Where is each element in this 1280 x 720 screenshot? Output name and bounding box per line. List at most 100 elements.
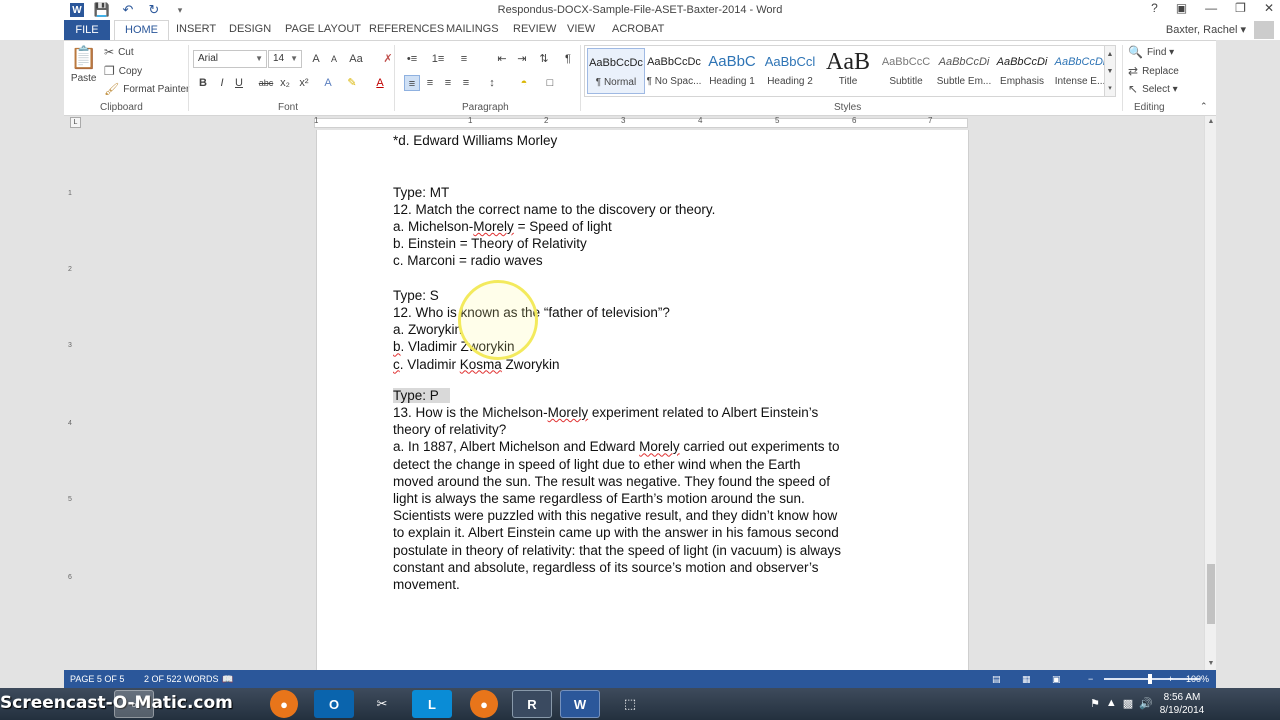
align-left-icon[interactable]: ≡ xyxy=(404,75,420,91)
format-painter-button[interactable]: 🖌 Format Painter xyxy=(104,82,189,96)
vertical-scrollbar[interactable]: ▲ ▼ xyxy=(1204,116,1216,670)
doc-line[interactable]: c. Vladimir Kosma Zworykin xyxy=(393,356,893,373)
tab-file[interactable]: FILE xyxy=(64,20,110,40)
replace-button[interactable]: ⇄ Replace xyxy=(1128,64,1179,78)
align-center-icon[interactable]: ≡ xyxy=(422,75,438,91)
word-taskbar-icon[interactable]: W xyxy=(560,690,600,718)
bullets-icon[interactable]: •≡ xyxy=(404,51,420,67)
web-layout-icon[interactable]: ▣ xyxy=(1052,674,1061,685)
clock[interactable]: 8:56 AM 8/19/2014 xyxy=(1152,691,1212,717)
doc-line[interactable]: movement. xyxy=(393,576,893,593)
doc-line[interactable]: 13. How is the Michelson-Morely experime… xyxy=(393,404,893,421)
minimize-button[interactable]: — xyxy=(1205,1,1217,15)
doc-line[interactable]: b. Einstein = Theory of Relativity xyxy=(393,235,893,252)
font-color-icon[interactable]: A xyxy=(372,75,388,91)
customize-qat-icon[interactable]: ▾ xyxy=(172,2,188,18)
outlook-icon[interactable]: O xyxy=(314,690,354,718)
read-mode-icon[interactable]: ▤ xyxy=(992,674,1001,685)
page-count[interactable]: PAGE 5 OF 5 xyxy=(70,674,124,684)
doc-line[interactable]: detect the change in speed of light due … xyxy=(393,456,893,473)
justify-icon[interactable]: ≡ xyxy=(458,75,474,91)
shrink-font-button[interactable]: A xyxy=(326,51,342,67)
word-count[interactable]: 2 OF 522 WORDS xyxy=(144,674,219,684)
change-case-button[interactable]: Aa xyxy=(348,51,364,67)
spelling-error[interactable]: b xyxy=(393,339,401,354)
spelling-error[interactable]: c xyxy=(393,357,400,372)
screen-recorder-icon[interactable]: ⬚ xyxy=(610,690,650,718)
zoom-slider-thumb[interactable] xyxy=(1148,674,1152,684)
spelling-error[interactable]: Kosma xyxy=(460,357,502,372)
doc-line[interactable]: Scientists were puzzled with this negati… xyxy=(393,507,893,524)
tab-acrobat[interactable]: ACROBAT xyxy=(612,23,664,35)
font-family-select[interactable]: Arial ▼ xyxy=(193,50,267,68)
tab-view[interactable]: VIEW xyxy=(567,23,595,35)
horizontal-ruler[interactable]: L 1 1 2 3 4 5 6 7 xyxy=(64,116,1216,130)
spelling-error[interactable]: Morely xyxy=(548,405,589,420)
word-app-icon[interactable]: W xyxy=(70,3,84,17)
tab-selector[interactable]: L xyxy=(70,117,81,128)
style-no-spacing[interactable]: AaBbCcDc ¶ No Spac... xyxy=(645,48,703,94)
text-effects-icon[interactable]: A xyxy=(320,75,336,91)
subscript-button[interactable]: x₂ xyxy=(277,75,293,91)
highlight-icon[interactable]: ✎ xyxy=(344,75,360,91)
select-button[interactable]: ↖ Select ▾ xyxy=(1128,82,1178,96)
network-icon[interactable]: ▩ xyxy=(1123,697,1133,710)
doc-line[interactable]: to explain it. Albert Einstein came up w… xyxy=(393,524,893,541)
doc-line[interactable]: 12. Who is known as the “father of telev… xyxy=(393,304,893,321)
bold-button[interactable]: B xyxy=(195,75,211,91)
numbering-icon[interactable]: 1≡ xyxy=(430,51,446,67)
style-subtle-emphasis[interactable]: AaBbCcDi Subtle Em... xyxy=(935,48,993,94)
save-icon[interactable]: 💾 xyxy=(94,2,110,18)
firefox-icon[interactable]: ● xyxy=(270,690,298,718)
tab-insert[interactable]: INSERT xyxy=(176,23,216,35)
lync-icon[interactable]: L xyxy=(412,690,452,718)
cut-button[interactable]: ✂ Cut xyxy=(104,45,134,59)
tab-references[interactable]: REFERENCES xyxy=(369,23,444,35)
selected-text[interactable]: Type: P xyxy=(393,387,439,403)
styles-gallery-scroll[interactable]: ▲ ▼ ▾ xyxy=(1104,45,1116,97)
zoom-level[interactable]: 100% xyxy=(1186,674,1209,684)
style-heading-2[interactable]: AaBbCcl Heading 2 xyxy=(761,48,819,94)
superscript-button[interactable]: x² xyxy=(296,75,312,91)
tab-home[interactable]: HOME xyxy=(114,20,169,40)
borders-icon[interactable]: □ xyxy=(542,75,558,91)
style-normal[interactable]: AaBbCcDc ¶ Normal xyxy=(587,48,645,94)
style-title[interactable]: AaB Title xyxy=(819,48,877,94)
firefox-window-icon[interactable]: ● xyxy=(470,690,498,718)
decrease-indent-icon[interactable]: ⇤ xyxy=(494,51,510,67)
help-button[interactable]: ? xyxy=(1151,1,1158,15)
doc-line[interactable]: a. Michelson-Morely = Speed of light xyxy=(393,218,893,235)
doc-line[interactable]: postulate in theory of relativity: that … xyxy=(393,542,893,559)
doc-line[interactable]: *d. Edward Williams Morley xyxy=(393,132,893,149)
align-right-icon[interactable]: ≡ xyxy=(440,75,456,91)
proofing-icon[interactable]: 📖 xyxy=(222,674,233,685)
style-heading-1[interactable]: AaBbC Heading 1 xyxy=(703,48,761,94)
tab-design[interactable]: DESIGN xyxy=(229,23,271,35)
ribbon-display-options-button[interactable]: ▣ xyxy=(1176,1,1187,15)
doc-line[interactable]: theory of relativity? xyxy=(393,421,893,438)
spelling-error[interactable]: Morely xyxy=(639,439,680,454)
scroll-up-icon[interactable]: ▲ xyxy=(1205,116,1217,128)
italic-button[interactable]: I xyxy=(214,75,230,91)
grow-font-button[interactable]: A xyxy=(308,51,324,67)
strikethrough-button[interactable]: abc xyxy=(256,75,276,91)
zoom-out-button[interactable]: − xyxy=(1088,674,1093,684)
redo-icon[interactable]: ↻ xyxy=(146,2,162,18)
volume-icon[interactable]: 🔊 xyxy=(1139,697,1153,710)
zoom-in-button[interactable]: + xyxy=(1168,674,1173,684)
snipping-tool-icon[interactable]: ✂ xyxy=(362,690,402,718)
style-emphasis[interactable]: AaBbCcDi Emphasis xyxy=(993,48,1051,94)
doc-line[interactable]: light is always the same regardless of E… xyxy=(393,490,893,507)
doc-line[interactable]: c. Marconi = radio waves xyxy=(393,252,893,269)
tab-review[interactable]: REVIEW xyxy=(513,23,556,35)
tray-expand-icon[interactable]: ▲ xyxy=(1106,697,1117,710)
spelling-error[interactable]: Morely xyxy=(473,219,514,234)
start-button[interactable]: ▫ xyxy=(114,690,154,718)
doc-line[interactable]: Type: MT xyxy=(393,184,893,201)
doc-line-selected[interactable]: Type: P xyxy=(393,387,893,404)
scroll-down-icon[interactable]: ▼ xyxy=(1205,658,1217,670)
show-marks-icon[interactable]: ¶ xyxy=(560,51,576,67)
underline-button[interactable]: U xyxy=(231,75,247,91)
print-layout-icon[interactable]: ▦ xyxy=(1022,674,1031,685)
doc-line[interactable]: 12. Match the correct name to the discov… xyxy=(393,201,893,218)
